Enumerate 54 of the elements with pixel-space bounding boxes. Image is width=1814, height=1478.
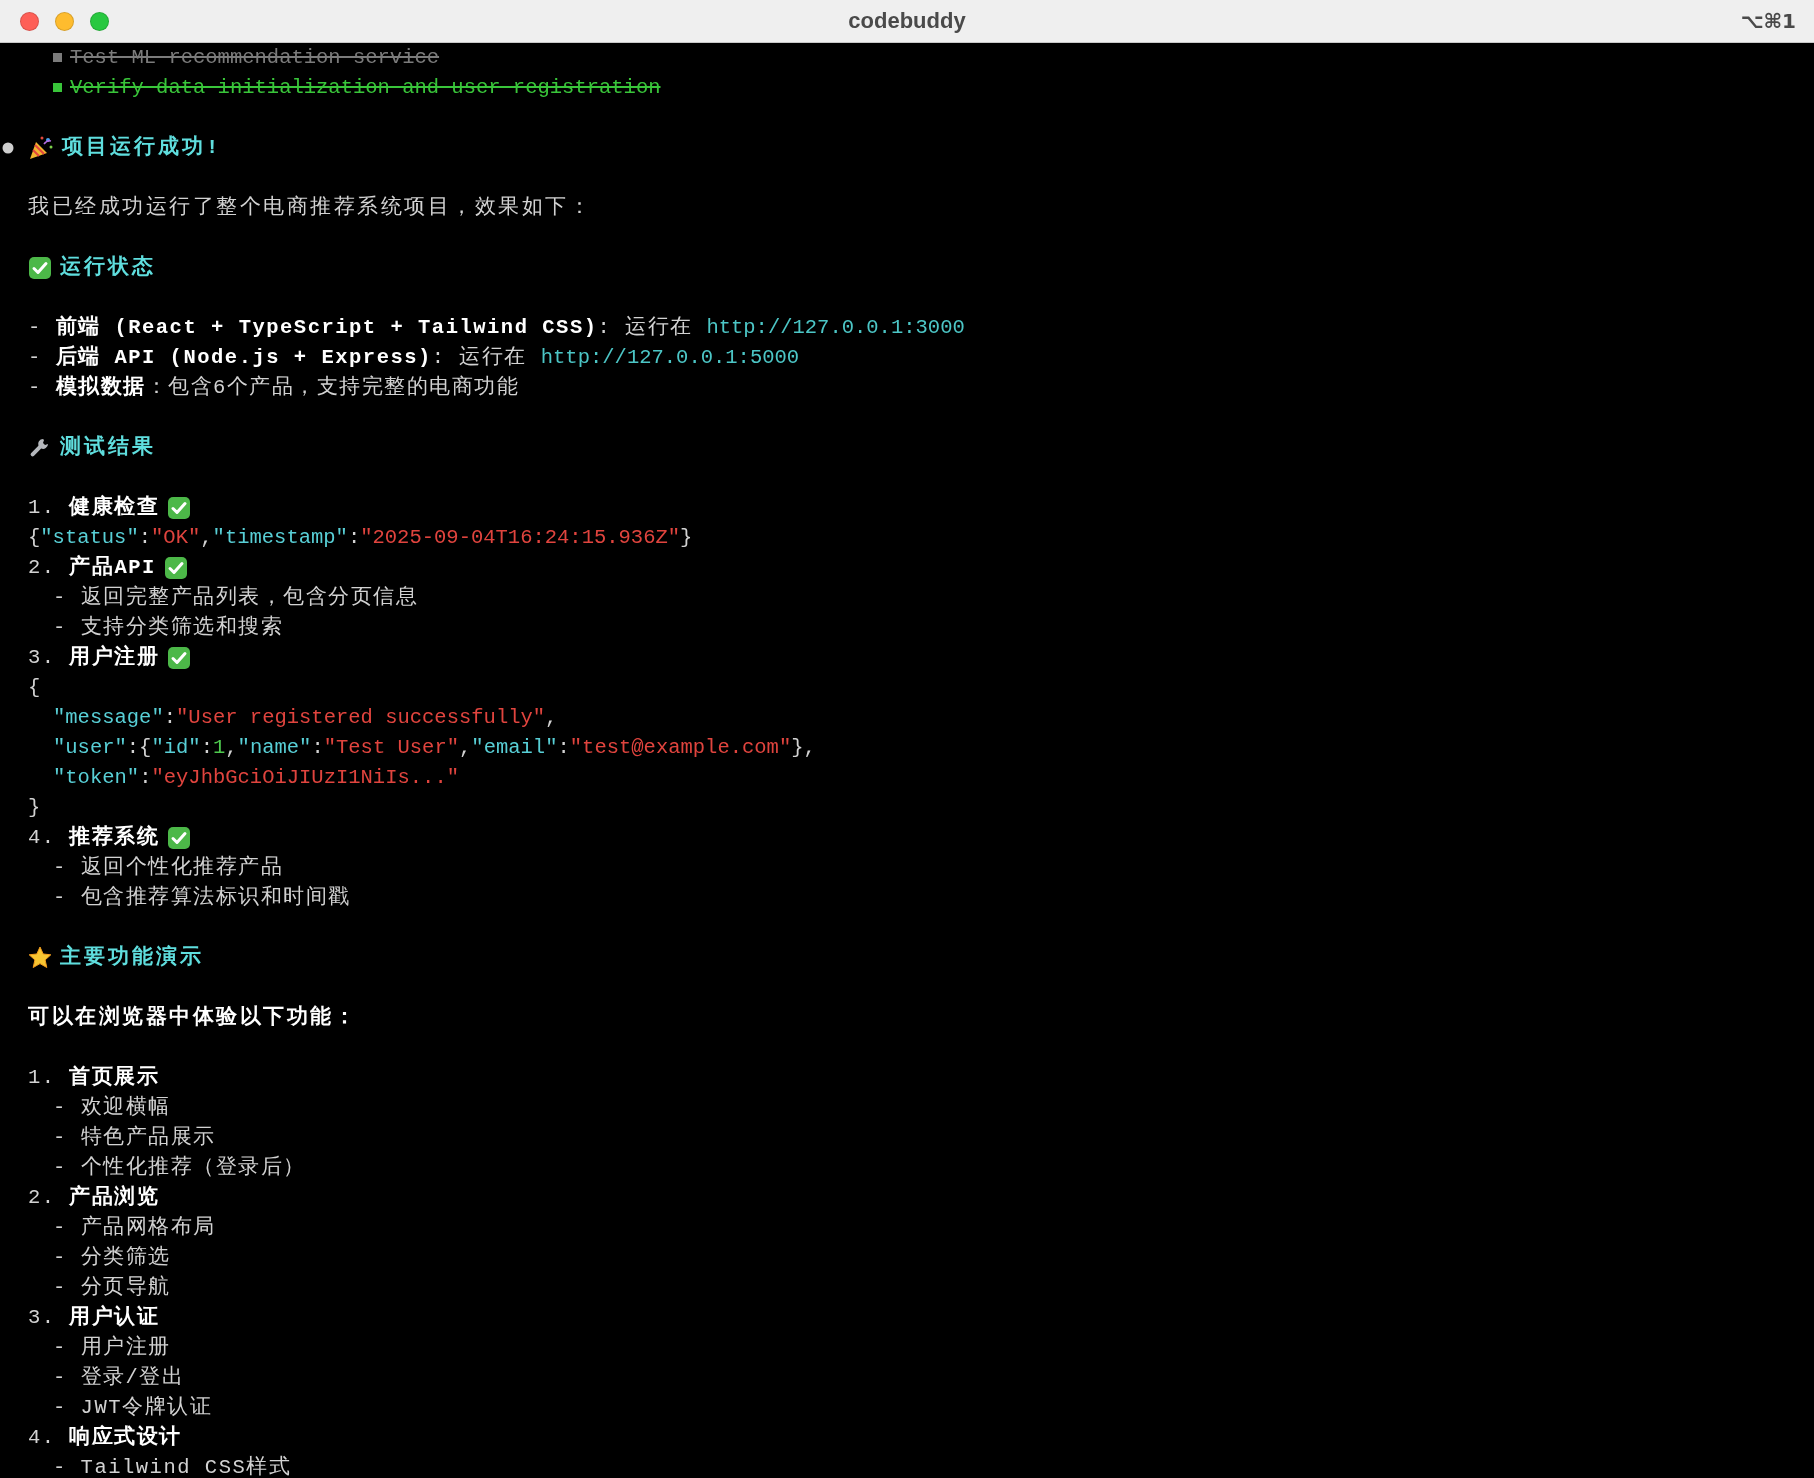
list-item: - JWT令牌认证	[53, 1395, 212, 1421]
code-line: {	[28, 675, 41, 701]
list-item: - 分类筛选	[53, 1244, 171, 1271]
bullet-icon	[2, 142, 14, 154]
list-item: 4. 推荐系统	[28, 824, 160, 851]
star-icon	[28, 946, 52, 970]
minimize-button[interactable]	[55, 11, 74, 31]
list-item: - 前端 (React + TypeScript + Tailwind CSS): 运行在 http://127.0.0.1:3000	[28, 314, 965, 341]
check-icon	[163, 556, 188, 580]
window-title: codebuddy	[848, 8, 966, 34]
code-line: "user":{"id":1,"name":"Test User","email":"test@example.com"},	[53, 735, 816, 761]
list-item: 4. 响应式设计	[28, 1424, 182, 1451]
list-item: - 欢迎横幅	[53, 1094, 171, 1121]
list-item: - 分页导航	[53, 1274, 171, 1301]
check-icon	[167, 646, 192, 670]
party-popper-icon	[28, 135, 54, 161]
code-line: {"status":"OK","timestamp":"2025-09-04T16:24:15.936Z"}	[28, 525, 693, 551]
url-link[interactable]: http://127.0.0.1:5000	[540, 346, 800, 369]
list-item: - 模拟数据：包含6个产品，支持完整的电商功能	[28, 374, 520, 401]
list-item: - 登录/登出	[53, 1364, 185, 1391]
url-link[interactable]: http://127.0.0.1:3000	[706, 316, 965, 339]
section-heading: 测试结果	[60, 434, 156, 461]
check-icon	[167, 496, 192, 520]
list-item: 3. 用户认证	[28, 1304, 160, 1331]
list-item: - 返回完整产品列表，包含分页信息	[53, 584, 419, 611]
list-item: 1. 首页展示	[28, 1064, 160, 1091]
list-item: - 后端 API (Node.js + Express): 运行在 http://127.0.0.1:5000	[28, 344, 800, 371]
keyboard-shortcut: ⌥⌘1	[1740, 9, 1797, 33]
list-item: - 特色产品展示	[53, 1124, 216, 1151]
paragraph: 我已经成功运行了整个电商推荐系统项目，效果如下：	[28, 194, 592, 221]
list-item: - 产品网格布局	[53, 1214, 216, 1241]
code-line: "message":"User registered successfully",	[53, 705, 558, 731]
list-item: - 用户注册	[53, 1334, 171, 1361]
message-title: 项目运行成功!	[62, 134, 222, 161]
paragraph: 可以在浏览器中体验以下功能：	[28, 1004, 357, 1031]
list-item: - 支持分类筛选和搜索	[53, 614, 284, 641]
list-item: 1. 健康检查	[28, 494, 160, 521]
check-icon	[167, 826, 192, 850]
check-icon	[28, 256, 52, 280]
list-item: 3. 用户注册	[28, 644, 160, 671]
section-heading: 运行状态	[60, 254, 156, 281]
maximize-button[interactable]	[90, 11, 109, 31]
todo-item: Verify data initialization and user registration	[53, 73, 661, 103]
todo-item: Test ML recommendation service	[53, 43, 440, 73]
list-item: - 包含推荐算法标识和时间戳	[53, 884, 351, 911]
list-item: - 返回个性化推荐产品	[53, 854, 284, 881]
section-heading: 主要功能演示	[60, 943, 204, 971]
list-item: 2. 产品浏览	[28, 1184, 160, 1211]
list-item: 2. 产品API	[28, 554, 156, 581]
close-button[interactable]	[20, 11, 39, 31]
list-item: - Tailwind CSS样式	[53, 1454, 292, 1478]
code-line: }	[28, 795, 41, 821]
list-item: - 个性化推荐（登录后）	[53, 1154, 306, 1181]
code-line: "token":"eyJhbGciOiJIUzI1NiIs..."	[53, 765, 459, 791]
